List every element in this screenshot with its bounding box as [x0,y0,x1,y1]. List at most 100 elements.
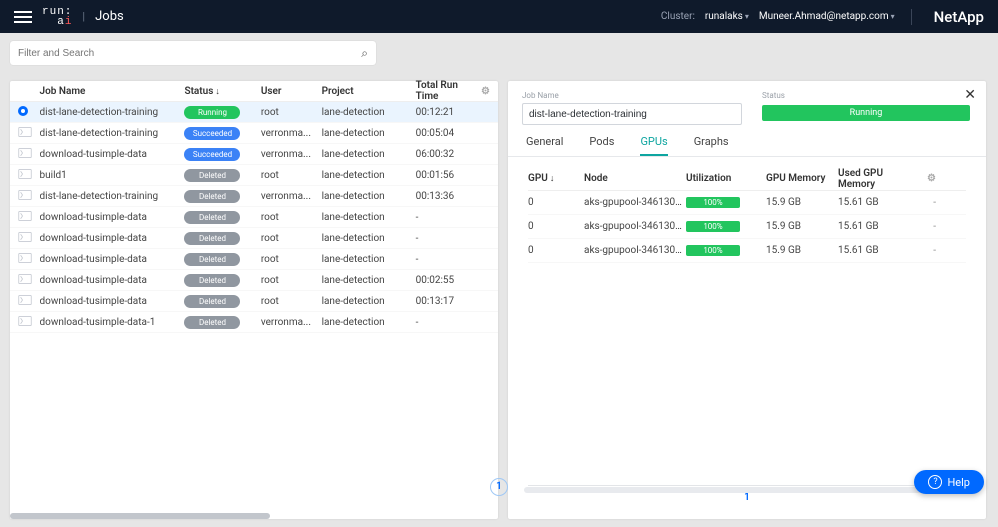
table-row[interactable]: 0aks-gpupool-34613062...100%15.9 GB15.61… [528,191,966,215]
time-cell: 00:05:04 [416,128,477,139]
table-row[interactable]: download-tusimple-dataDeletedrootlane-de… [10,228,498,249]
col-status[interactable]: Status↓ [184,86,260,97]
time-cell: 00:13:17 [416,296,477,307]
job-name-input[interactable] [522,103,742,125]
dash-cell: - [922,221,936,232]
col-gpu[interactable]: GPU↓ [528,173,584,184]
utilization-badge: 100% [686,197,740,208]
radio-selected-icon[interactable] [18,106,28,116]
search-icon[interactable]: ⌕ [361,46,368,61]
project-cell: lane-detection [322,191,416,202]
table-row[interactable]: download-tusimple-data-1Deletedverronma.… [10,312,498,333]
search-input[interactable] [18,48,361,59]
col-project[interactable]: Project [322,86,416,97]
project-cell: lane-detection [322,275,416,286]
col-node[interactable]: Node [584,173,686,184]
menu-icon[interactable] [14,11,32,23]
table-row[interactable]: download-tusimple-dataDeletedrootlane-de… [10,207,498,228]
job-type-icon [18,295,32,305]
col-user[interactable]: User [261,86,322,97]
job-name-cell: download-tusimple-data [40,254,185,265]
table-row[interactable]: dist-lane-detection-trainingDeletedverro… [10,186,498,207]
project-cell: lane-detection [322,170,416,181]
job-type-icon [18,127,32,137]
time-cell: 00:12:21 [416,107,477,118]
cluster-label: Cluster: [661,11,695,22]
user-cell: root [261,212,322,223]
search-box[interactable]: ⌕ [10,41,376,65]
col-utilization[interactable]: Utilization [686,173,766,184]
used-gpu-memory-cell: 15.61 GB [838,245,922,256]
status-badge: Succeeded [184,148,240,161]
col-job-name[interactable]: Job Name [40,86,185,97]
table-row[interactable]: build1Deletedrootlane-detection00:01:56 [10,165,498,186]
job-name-cell: download-tusimple-data [40,233,185,244]
gpu-memory-cell: 15.9 GB [766,197,838,208]
user-cell: verronma... [261,191,322,202]
detail-tabs: General Pods GPUs Graphs [508,125,986,157]
close-icon[interactable]: ✕ [964,87,976,103]
project-cell: lane-detection [322,317,416,328]
col-total-run-time[interactable]: Total Run Time [416,80,477,102]
job-type-icon [18,253,32,263]
page-number[interactable]: 1 [490,478,508,496]
user-cell: root [261,107,322,118]
user-dropdown[interactable]: Muneer.Ahmad@netapp.com▾ [759,11,895,22]
project-cell: lane-detection [322,107,416,118]
table-row[interactable]: download-tusimple-dataDeletedrootlane-de… [10,249,498,270]
status-badge: Deleted [184,211,240,224]
status-label: Status [762,91,970,100]
project-cell: lane-detection [322,149,416,160]
table-row[interactable]: download-tusimple-dataDeletedrootlane-de… [10,270,498,291]
status-badge: Deleted [184,295,240,308]
cluster-dropdown[interactable]: runalaks▾ [705,11,749,22]
time-cell: - [416,254,477,265]
job-name-cell: dist-lane-detection-training [40,128,185,139]
time-cell: 00:13:36 [416,191,477,202]
tab-gpus[interactable]: GPUs [640,135,667,156]
project-cell: lane-detection [322,254,416,265]
used-gpu-memory-cell: 15.61 GB [838,221,922,232]
job-name-cell: download-tusimple-data-1 [40,317,185,328]
runai-logo: run: ai [42,7,72,27]
time-cell: 06:00:32 [416,149,477,160]
user-cell: root [261,275,322,286]
divider: | [82,10,85,23]
table-row[interactable]: dist-lane-detection-trainingRunningrootl… [10,102,498,123]
table-row[interactable]: 0aks-gpupool-34613062...100%15.9 GB15.61… [528,215,966,239]
tab-general[interactable]: General [526,135,563,156]
user-cell: verronma... [261,128,322,139]
job-name-cell: dist-lane-detection-training [40,107,185,118]
gear-icon[interactable]: ⚙ [922,173,936,184]
table-row[interactable]: 0aks-gpupool-34613062...100%15.9 GB15.61… [528,239,966,263]
status-badge: Deleted [184,169,240,182]
brand-logo: NetApp [934,8,984,26]
help-button[interactable]: ? Help [914,470,984,494]
tab-pods[interactable]: Pods [589,135,614,156]
user-cell: root [261,170,322,181]
node-cell: aks-gpupool-34613062... [584,197,686,208]
gpu-id-cell: 0 [528,221,584,232]
chevron-down-icon: ▾ [891,12,895,21]
page-title: Jobs [95,9,124,24]
tab-graphs[interactable]: Graphs [694,135,729,156]
time-cell: - [416,233,477,244]
table-row[interactable]: download-tusimple-dataDeletedrootlane-de… [10,291,498,312]
table-row[interactable]: download-tusimple-dataSucceededverronma.… [10,144,498,165]
table-row[interactable]: dist-lane-detection-trainingSucceededver… [10,123,498,144]
gpu-table-header: GPU↓ Node Utilization GPU Memory Used GP… [528,167,966,191]
sort-down-icon: ↓ [215,87,220,97]
gear-icon[interactable]: ⚙ [476,86,490,97]
job-type-icon [18,274,32,284]
utilization-badge: 100% [686,245,740,256]
time-cell: 00:02:55 [416,275,477,286]
user-cell: verronma... [261,317,322,328]
time-cell: 00:01:56 [416,170,477,181]
dash-cell: - [922,245,936,256]
project-cell: lane-detection [322,212,416,223]
col-gpu-memory[interactable]: GPU Memory [766,173,838,184]
col-used-gpu-memory[interactable]: Used GPU Memory [838,168,922,190]
horizontal-scrollbar[interactable] [10,513,270,519]
sort-down-icon: ↓ [550,174,555,184]
job-type-icon [18,316,32,326]
